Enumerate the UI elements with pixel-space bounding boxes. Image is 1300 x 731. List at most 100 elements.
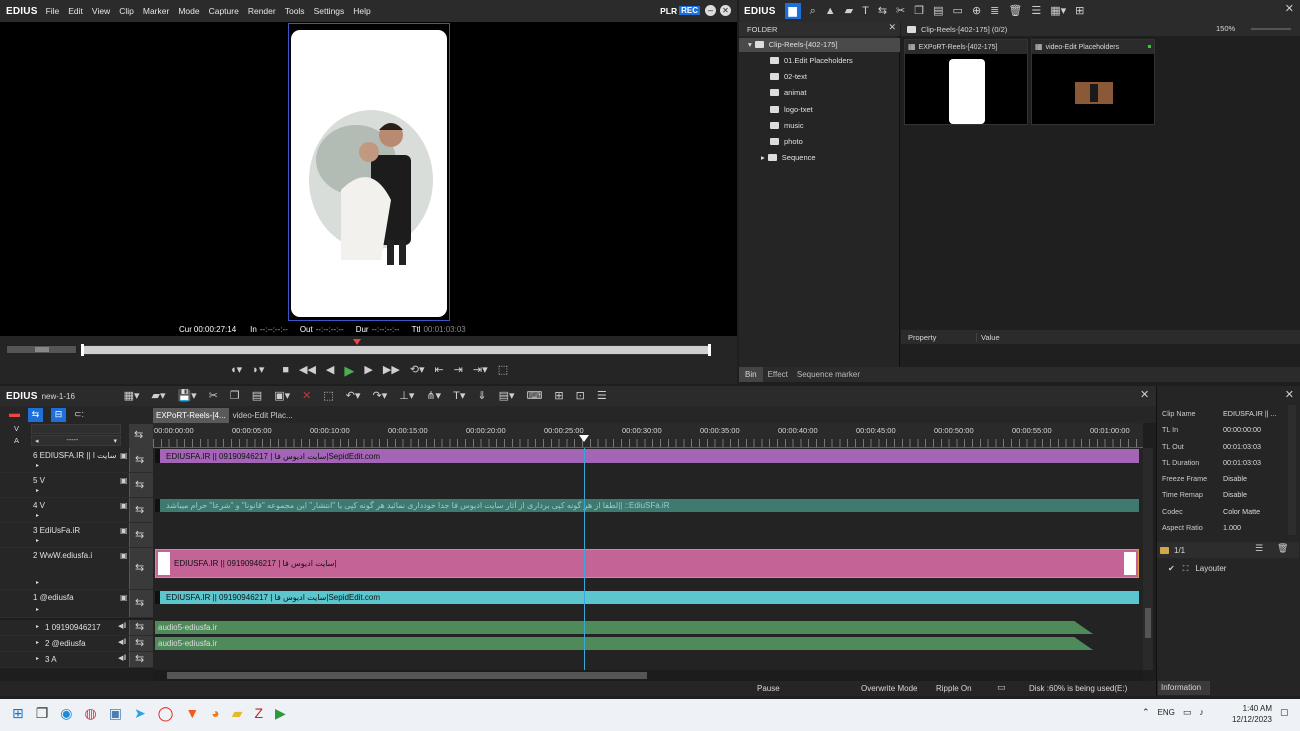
add-marker-icon[interactable]: ⋔▾	[426, 390, 441, 402]
menu-tools[interactable]: Tools	[285, 6, 305, 16]
tl-ripple-delete-icon[interactable]: ⬚	[323, 390, 333, 402]
a-patch-select[interactable]: ◂ ----- ▾	[31, 435, 121, 446]
undo-icon[interactable]: ↶▾	[346, 390, 361, 402]
notification-icon[interactable]: ▢	[1280, 708, 1289, 717]
timeline-close-icon[interactable]: ✕	[1140, 390, 1149, 401]
goto-out-icon[interactable]: ⇥	[454, 365, 463, 376]
play-icon[interactable]: ▶	[344, 364, 354, 377]
filezilla-icon[interactable]: Z	[254, 706, 263, 720]
tree-item-animat[interactable]: animat	[770, 88, 807, 97]
task-view-icon[interactable]: ❐	[36, 706, 49, 720]
track-header-a2[interactable]: ▸ 2 @ediusfa ◀‖ ⇆	[0, 636, 153, 652]
camtasia-icon[interactable]: ▶	[275, 706, 286, 720]
clip-a1[interactable]: audio5-ediusfa.ir	[155, 621, 1093, 634]
menu-file[interactable]: File	[46, 6, 60, 16]
goto-in-icon[interactable]: ⇤	[435, 365, 444, 376]
properties-icon[interactable]: ≣	[990, 5, 999, 17]
set-cut-icon[interactable]: ⊥▾	[399, 390, 414, 402]
stop-icon[interactable]: ■	[282, 365, 289, 376]
check-icon[interactable]: ✔	[1168, 564, 1175, 573]
folder-view-icon[interactable]: ▆	[784, 3, 801, 19]
save-project-icon[interactable]: 💾▾	[177, 390, 196, 402]
track-swap-icon[interactable]: ⇆	[135, 505, 144, 516]
insert-icon[interactable]: ⇥▾	[473, 365, 488, 376]
sequence-list-icon[interactable]: ☰	[597, 390, 607, 402]
volume-icon[interactable]: ♪	[1199, 708, 1204, 717]
menu-marker[interactable]: Marker	[143, 6, 169, 16]
clip-thumb-video-edit[interactable]: ▦ video-Edit Placeholders	[1031, 39, 1155, 125]
open-project-icon[interactable]: ▰▾	[151, 390, 165, 402]
step-back-icon[interactable]: ◀	[326, 365, 334, 376]
track-header-a1[interactable]: ▸ 1 09190946217 ◀‖ ⇆	[0, 620, 153, 636]
scrubber-playhead[interactable]	[353, 339, 361, 345]
layer-list-icon[interactable]: ☰	[1255, 544, 1263, 553]
tl-copy-icon[interactable]: ❐	[230, 390, 240, 402]
mode-ripple-icon[interactable]: ⇆	[28, 407, 43, 422]
tree-item-root[interactable]: ▾ Clip-Reels-[402-175]	[748, 40, 838, 49]
tree-item-logo-txet[interactable]: logo-txet	[770, 105, 813, 114]
set-in-icon[interactable]: ◖▾	[230, 365, 242, 376]
zoom-level[interactable]: 150%	[1216, 24, 1235, 33]
step-forward-icon[interactable]: ▶	[364, 365, 372, 376]
tree-item-sequence[interactable]: ▸ Sequence	[761, 153, 816, 162]
track-header-v2[interactable]: 2 WwW.ediusfa.i ▣ ▸ ⇆	[0, 548, 153, 590]
paste-icon[interactable]: ▤	[933, 5, 943, 17]
tl-paste-icon[interactable]: ▤	[252, 390, 262, 402]
ruler-playhead[interactable]	[579, 435, 589, 442]
clip-v6[interactable]: EDIUSFA.IR || 09190946217 | سایت ادیوس ف…	[155, 449, 1139, 463]
set-out-icon[interactable]: ◗▾	[252, 365, 264, 376]
layer-item-layouter[interactable]: ✔ ⛶ Layouter	[1168, 564, 1226, 573]
list-view-icon[interactable]: ☰	[1031, 5, 1041, 17]
tab-sequence-marker[interactable]: Sequence marker	[793, 370, 864, 379]
seq-tab-export[interactable]: EXPoRT-Reels-[4...	[153, 408, 229, 423]
chrome-icon[interactable]: ◍	[85, 706, 97, 720]
track-swap-icon[interactable]: ⇆	[135, 563, 144, 574]
clip-v1[interactable]: EDIUSFA.IR || 09190946217 | سایت ادیوس ف…	[155, 591, 1139, 604]
tree-item-text[interactable]: 02-text	[770, 72, 807, 81]
track-swap-icon[interactable]: ⇆	[135, 622, 144, 633]
add-timeline-icon[interactable]: ⊕	[972, 5, 981, 17]
patch-swap-icon[interactable]: ⇆	[134, 430, 143, 441]
search-icon[interactable]: ⌕	[810, 5, 816, 17]
mode-link-icon[interactable]: ⊂:	[74, 410, 84, 419]
clip-thumb-export[interactable]: ▦ EXPoRT-Reels-[402-175]	[904, 39, 1028, 125]
menu-help[interactable]: Help	[353, 6, 370, 16]
tl-replace-icon[interactable]: ▣▾	[274, 390, 290, 402]
track-header-v3[interactable]: 3 EdiUsFa.iR ▣ ▸ ⇆	[0, 523, 153, 548]
redo-icon[interactable]: ↷▾	[372, 390, 387, 402]
open-folder-icon[interactable]: ▰	[845, 5, 853, 17]
clip-v4[interactable]: لطفا از هر گونه کپی برداری از آثار سایت …	[155, 499, 1139, 512]
zoom-slider[interactable]	[1251, 28, 1291, 30]
plr-button[interactable]: PLR	[660, 6, 677, 16]
menu-view[interactable]: View	[92, 6, 110, 16]
network-icon[interactable]: ▭	[1183, 708, 1192, 717]
clip-v2[interactable]: EDIUSFA.IR || 09190946217 | سایت ادیوس ف…	[155, 549, 1139, 578]
edge-icon[interactable]: ◉	[60, 706, 72, 720]
track-header-v6[interactable]: 6 EDIUSFA.IR || سایت ا ▣ ▸ ⇆	[0, 448, 153, 473]
mode-insert-icon[interactable]: ▬	[9, 409, 20, 420]
brave-icon[interactable]: ▼	[185, 706, 199, 720]
menu-mode[interactable]: Mode	[178, 6, 199, 16]
tree-item-photo[interactable]: photo	[770, 137, 803, 146]
folder-close-icon[interactable]: ✕	[888, 23, 896, 32]
sync-icon[interactable]: ⇆	[878, 5, 887, 17]
track-header-a3[interactable]: ▸ 3 A ◀‖ ⇆	[0, 652, 153, 668]
info-close-icon[interactable]: ✕	[1285, 390, 1294, 401]
grid-view-icon[interactable]: ▦▾	[1050, 5, 1066, 17]
fast-forward-icon[interactable]: ▶▶	[383, 365, 400, 376]
clip-a2[interactable]: audio5-ediusfa.ir	[155, 637, 1093, 650]
track-swap-icon[interactable]: ⇆	[135, 598, 144, 609]
close-icon[interactable]: ✕	[720, 5, 731, 16]
track-header-v5[interactable]: 5 V ▣ ▸ ⇆	[0, 473, 153, 498]
loop-icon[interactable]: ⟲▾	[410, 365, 425, 376]
tab-effect[interactable]: Effect	[763, 370, 793, 379]
copy-icon[interactable]: ❐	[914, 5, 924, 17]
cut-icon[interactable]: ✂	[896, 5, 905, 17]
render-icon[interactable]: ⇓	[477, 390, 486, 402]
timeline-vscroll[interactable]	[1143, 448, 1153, 670]
menu-render[interactable]: Render	[248, 6, 276, 16]
tree-item-edit-placeholders[interactable]: 01.Edit Placeholders	[770, 56, 853, 65]
player-icon[interactable]: ▭	[953, 5, 963, 17]
tab-bin[interactable]: Bin	[739, 367, 763, 382]
language-indicator[interactable]: ENG	[1158, 708, 1175, 717]
